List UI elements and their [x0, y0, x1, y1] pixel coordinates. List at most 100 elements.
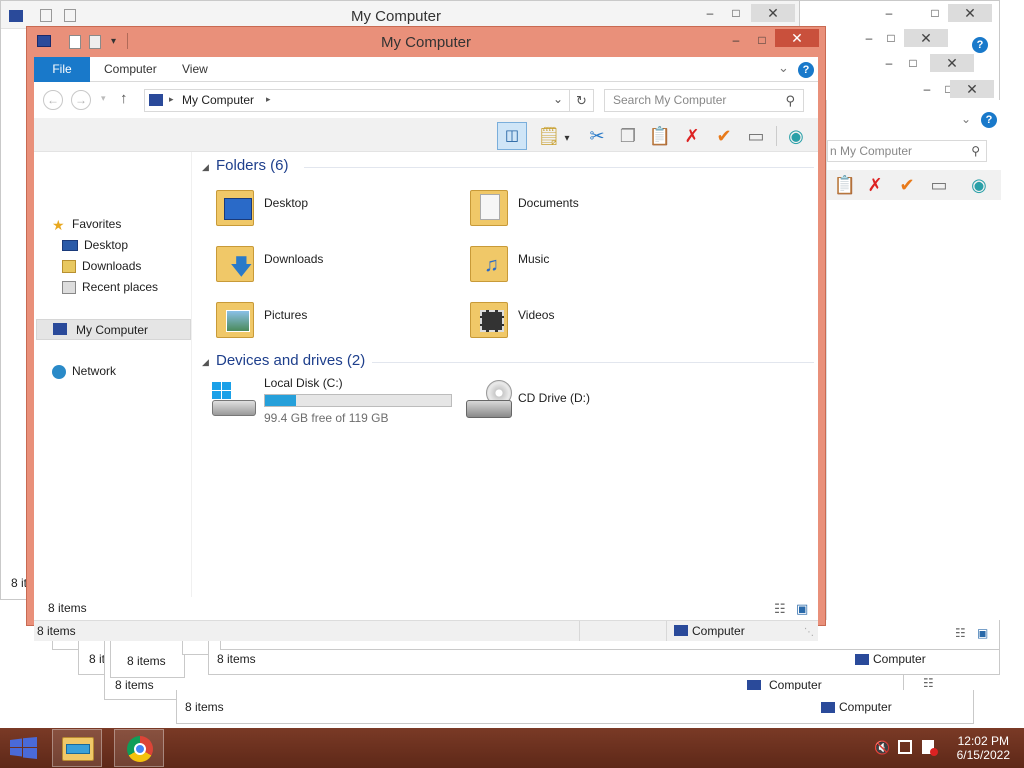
- resize-grip-icon[interactable]: ⋱: [804, 623, 814, 643]
- cut-icon[interactable]: ✂: [585, 124, 609, 148]
- background-status: 8 items: [127, 654, 166, 668]
- nav-favorites-downloads-label: Downloads: [82, 259, 142, 273]
- disk-usage-fill: [265, 395, 296, 406]
- nav-favorites-downloads[interactable]: Downloads: [62, 256, 141, 276]
- background-window-11: 8 items Computer: [176, 690, 974, 724]
- close-button[interactable]: ✕: [930, 54, 974, 72]
- folder-tile-music[interactable]: ♫ Music: [468, 236, 718, 290]
- preview-pane-icon[interactable]: ◫: [497, 122, 527, 150]
- help-icon[interactable]: ?: [972, 37, 988, 53]
- properties-icon[interactable]: 🗒: [537, 124, 561, 148]
- view-tiles-icon[interactable]: ▣: [977, 626, 988, 640]
- maximize-button[interactable]: □: [727, 6, 745, 20]
- disk-usage-bar: [264, 394, 452, 407]
- large-icons-view-icon[interactable]: ▣: [796, 597, 808, 620]
- folder-tile-pictures[interactable]: Pictures: [214, 292, 464, 346]
- search-input[interactable]: n My Computer ⚲: [827, 140, 987, 162]
- taskbar-file-explorer[interactable]: [52, 729, 102, 767]
- rename-icon[interactable]: ▭: [927, 173, 951, 197]
- close-button[interactable]: ✕: [950, 80, 994, 98]
- up-button[interactable]: ↑: [120, 90, 128, 107]
- paste-icon[interactable]: 📋: [833, 173, 857, 197]
- collapse-drives-icon[interactable]: ◢: [202, 357, 209, 368]
- nav-favorites-desktop[interactable]: Desktop: [62, 235, 128, 255]
- nav-favorites[interactable]: ★ Favorites: [52, 214, 121, 234]
- minimize-button[interactable]: –: [918, 82, 936, 96]
- help-icon[interactable]: ?: [981, 112, 997, 128]
- tab-computer[interactable]: Computer: [92, 57, 169, 82]
- minimize-button[interactable]: –: [880, 56, 898, 70]
- start-button[interactable]: [10, 737, 38, 759]
- breadcrumb-my-computer[interactable]: My Computer: [182, 93, 254, 107]
- nav-network[interactable]: Network: [52, 361, 116, 381]
- recent-locations-icon[interactable]: ▾: [101, 93, 106, 104]
- close-button[interactable]: ✕: [948, 4, 992, 22]
- drive-tile-cd-drive[interactable]: CD Drive (D:): [466, 374, 666, 424]
- address-dropdown-icon[interactable]: ⌄: [553, 92, 563, 106]
- chevron-right-icon[interactable]: ▸: [266, 94, 271, 105]
- folder-tile-documents[interactable]: Documents: [468, 180, 718, 234]
- star-icon: ★: [52, 216, 65, 233]
- details-view-icon[interactable]: ☷: [774, 597, 786, 620]
- view-details-icon[interactable]: ☷: [923, 676, 934, 690]
- maximize-button[interactable]: □: [904, 56, 922, 70]
- folder-tile-desktop[interactable]: Desktop: [214, 180, 464, 234]
- expand-ribbon-icon[interactable]: ⌄: [778, 60, 789, 76]
- clock[interactable]: 12:02 PM 6/15/2022: [957, 734, 1010, 762]
- folder-label: Downloads: [264, 252, 324, 266]
- globe-icon[interactable]: ◉: [784, 124, 808, 148]
- copy-icon[interactable]: ❐: [616, 124, 640, 148]
- collapse-folders-icon[interactable]: ◢: [202, 162, 209, 173]
- search-placeholder: n My Computer: [830, 144, 913, 158]
- drives-group-header[interactable]: Devices and drives (2): [216, 352, 365, 369]
- minimize-button[interactable]: –: [727, 33, 745, 47]
- nav-favorites-recent-places[interactable]: Recent places: [62, 277, 158, 297]
- check-icon[interactable]: ✔: [712, 124, 736, 148]
- volume-muted-icon[interactable]: 🔇: [874, 740, 890, 756]
- help-icon[interactable]: ?: [798, 62, 814, 78]
- computer-icon: [53, 323, 67, 335]
- tab-file[interactable]: File: [34, 57, 90, 82]
- search-icon: ⚲: [971, 144, 980, 158]
- close-button[interactable]: ✕: [775, 29, 819, 47]
- cd-drive-label: CD Drive (D:): [518, 391, 590, 405]
- view-details-icon[interactable]: ☷: [955, 626, 966, 640]
- refresh-button[interactable]: ↻: [569, 90, 593, 111]
- globe-icon[interactable]: ◉: [967, 173, 991, 197]
- maximize-button[interactable]: □: [882, 31, 900, 45]
- folder-tile-downloads[interactable]: 🡇 Downloads: [214, 236, 464, 290]
- tab-view[interactable]: View: [170, 57, 220, 82]
- background-status: 8 items: [217, 652, 256, 666]
- group-divider: [372, 362, 814, 363]
- minimize-button[interactable]: –: [860, 31, 878, 45]
- nav-my-computer[interactable]: My Computer: [36, 319, 191, 340]
- forward-button[interactable]: →: [71, 90, 91, 110]
- paste-icon[interactable]: 📋: [648, 124, 672, 148]
- taskbar-chrome[interactable]: [114, 729, 164, 767]
- delete-icon[interactable]: ✗: [863, 173, 887, 197]
- title-bar[interactable]: ▾ My Computer – □ ✕: [27, 27, 825, 57]
- search-input[interactable]: Search My Computer ⚲: [604, 89, 804, 112]
- minimize-button[interactable]: –: [701, 6, 719, 20]
- maximize-button[interactable]: □: [926, 6, 944, 20]
- group-divider: [304, 167, 814, 168]
- close-button[interactable]: ✕: [904, 29, 948, 47]
- chevron-down-icon[interactable]: ▾: [562, 127, 572, 151]
- chevron-down-icon[interactable]: ⌄: [961, 112, 971, 126]
- close-button[interactable]: ✕: [751, 4, 795, 22]
- chevron-right-icon[interactable]: ▸: [169, 94, 174, 105]
- network-icon[interactable]: [898, 740, 912, 754]
- rename-icon[interactable]: ▭: [744, 124, 768, 148]
- address-bar[interactable]: ▸ My Computer ▸ ⌄ ↻: [144, 89, 594, 112]
- check-icon[interactable]: ✔: [895, 173, 919, 197]
- folders-group-header[interactable]: Folders (6): [216, 157, 289, 174]
- minimize-button[interactable]: –: [880, 6, 898, 20]
- clock-time: 12:02 PM: [957, 734, 1009, 748]
- nav-favorites-label: Favorites: [72, 217, 122, 231]
- maximize-button[interactable]: □: [753, 33, 771, 47]
- delete-icon[interactable]: ✗: [680, 124, 704, 148]
- back-button[interactable]: ←: [43, 90, 63, 110]
- drive-tile-local-disk[interactable]: Local Disk (C:) 99.4 GB free of 119 GB: [212, 374, 462, 425]
- folder-tile-videos[interactable]: Videos: [468, 292, 718, 346]
- search-icon[interactable]: ⚲: [785, 90, 795, 111]
